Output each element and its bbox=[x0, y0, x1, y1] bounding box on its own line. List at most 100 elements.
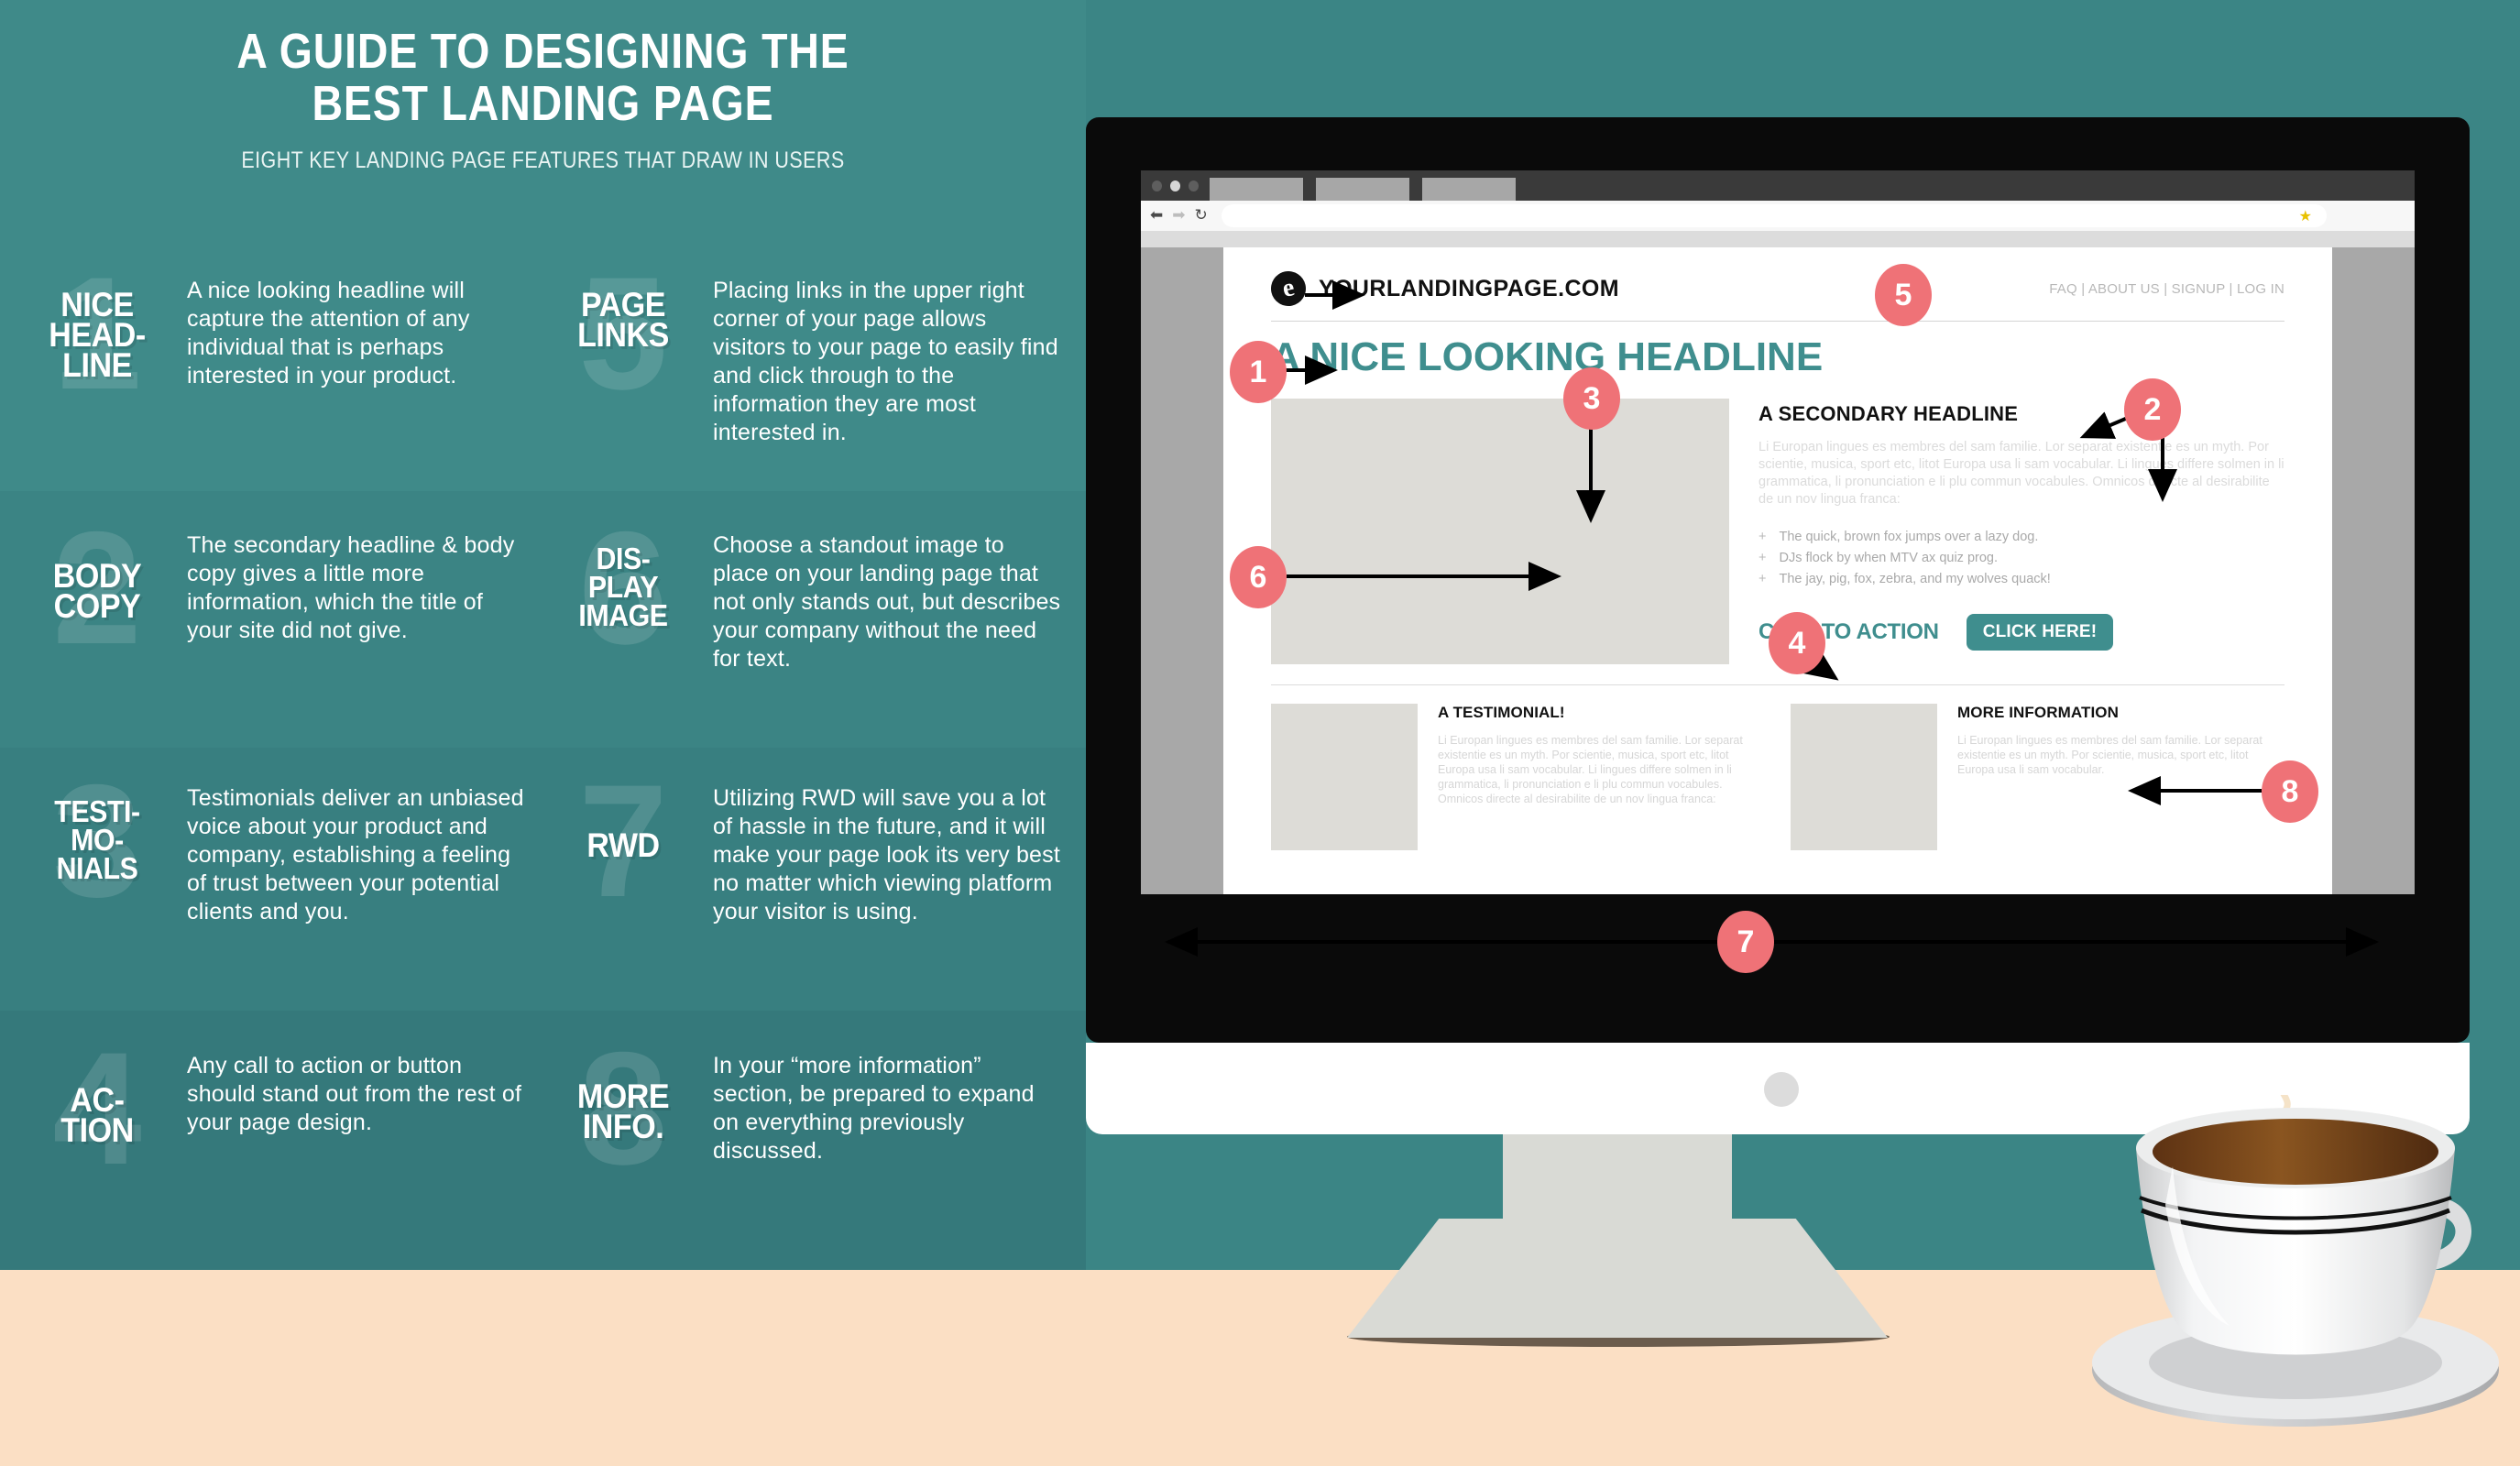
browser-titlebar bbox=[1141, 170, 2415, 201]
browser-toolbar: ⬅ ➡ ↻ ★ bbox=[1141, 201, 2415, 231]
feature-6-keyword: DIS- PLAY IMAGE bbox=[555, 524, 690, 632]
feature-8-description: In your “more information” section, be p… bbox=[713, 1053, 1035, 1164]
browser-tabs[interactable] bbox=[1210, 178, 1516, 201]
back-arrow-icon[interactable]: ⬅ bbox=[1150, 207, 1163, 224]
feature-6-keyword-line-2: IMAGE bbox=[578, 598, 668, 632]
header-divider bbox=[1271, 321, 2284, 322]
feature-8-keyword: MORE INFO. bbox=[555, 1045, 690, 1143]
feature-item-3: 3 TESTI- MO- NIALS Testimonials deliver … bbox=[24, 761, 533, 933]
callout-badge-7[interactable]: 7 bbox=[1717, 911, 1774, 973]
feature-item-2: 2 BODY COPY The secondary headline & bod… bbox=[24, 509, 533, 680]
monitor-bezel: ⬅ ➡ ↻ ★ e YOURLANDINGPAGE.COM FAQ | ABOU… bbox=[1086, 117, 2470, 1043]
testimonial-heading: A TESTIMONIAL! bbox=[1438, 704, 1565, 721]
more-info-heading: MORE INFORMATION bbox=[1957, 704, 2119, 721]
testimonial-body: Li Europan lingues es membres del sam fa… bbox=[1438, 734, 1743, 805]
callout-badge-8[interactable]: 8 bbox=[2262, 760, 2318, 823]
browser-window: ⬅ ➡ ↻ ★ e YOURLANDINGPAGE.COM FAQ | ABOU… bbox=[1141, 170, 2415, 894]
section-divider bbox=[1271, 684, 2284, 685]
lower-sections: A TESTIMONIAL! Li Europan lingues es mem… bbox=[1271, 704, 2284, 850]
close-icon[interactable] bbox=[1152, 181, 1162, 191]
feature-item-5: 5 PAGE LINKS Placing links in the upper … bbox=[550, 254, 1063, 447]
feature-3-key: 3 TESTI- MO- NIALS bbox=[24, 761, 170, 933]
browser-tab[interactable] bbox=[1422, 178, 1516, 201]
hero-title: A GUIDE TO DESIGNING THE BEST LANDING PA… bbox=[76, 0, 1010, 129]
forward-arrow-icon[interactable]: ➡ bbox=[1172, 207, 1185, 224]
feature-item-7: 7 RWD Utilizing RWD will save you a lot … bbox=[550, 761, 1063, 933]
feature-1-key: 1 NICE HEAD- LINE bbox=[24, 254, 170, 425]
display-image-placeholder bbox=[1271, 399, 1729, 664]
feature-8-key: 8 MORE INFO. bbox=[550, 1029, 696, 1200]
more-info-body: Li Europan lingues es membres del sam fa… bbox=[1957, 734, 2263, 776]
feature-1-description: A nice looking headline will capture the… bbox=[187, 278, 470, 388]
feature-6-description: Choose a standout image to place on your… bbox=[713, 532, 1061, 672]
address-bar[interactable]: ★ bbox=[1222, 204, 2327, 227]
main-headline: A NICE LOOKING HEADLINE bbox=[1271, 334, 1824, 379]
plus-icon: + bbox=[1759, 551, 1767, 565]
testimonial-image-placeholder bbox=[1271, 704, 1418, 850]
cta-row: CALL TO ACTION CLICK HERE! bbox=[1759, 614, 2284, 651]
page-nav-links[interactable]: FAQ | ABOUT US | SIGNUP | LOG IN bbox=[2049, 281, 2284, 297]
browser-tab[interactable] bbox=[1316, 178, 1409, 201]
list-item-label: The jay, pig, fox, zebra, and my wolves … bbox=[1779, 572, 2051, 586]
feature-3-keyword: TESTI- MO- NIALS bbox=[29, 777, 164, 885]
list-item-label: DJs flock by when MTV ax quiz prog. bbox=[1779, 551, 1999, 565]
feature-5-keyword: PAGE LINKS bbox=[555, 269, 690, 352]
nav-button-group: ⬅ ➡ ↻ bbox=[1150, 207, 1208, 224]
feature-3-keyword-line-2: NIALS bbox=[56, 851, 138, 885]
maximize-icon[interactable] bbox=[1189, 181, 1199, 191]
star-icon[interactable]: ★ bbox=[2299, 210, 2312, 224]
feature-2-key: 2 BODY COPY bbox=[24, 509, 170, 680]
feature-7-keyword: RWD bbox=[555, 777, 690, 862]
callout-badge-4[interactable]: 4 bbox=[1769, 612, 1825, 674]
coffee-liquid bbox=[2153, 1119, 2438, 1185]
list-item-label: The quick, brown fox jumps over a lazy d… bbox=[1779, 530, 2039, 544]
window-controls[interactable] bbox=[1152, 181, 1199, 191]
hero-subtitle: EIGHT KEY LANDING PAGE FEATURES THAT DRA… bbox=[241, 148, 845, 174]
hero-section: A GUIDE TO DESIGNING THE BEST LANDING PA… bbox=[0, 0, 1086, 231]
feature-7-description: Utilizing RWD will save you a lot of has… bbox=[713, 785, 1060, 924]
callout-badge-6[interactable]: 6 bbox=[1230, 546, 1287, 608]
callout-badge-5[interactable]: 5 bbox=[1875, 264, 1932, 326]
more-info-image-placeholder bbox=[1791, 704, 1937, 850]
browser-tab[interactable] bbox=[1210, 178, 1303, 201]
feature-item-6: 6 DIS- PLAY IMAGE Choose a standout imag… bbox=[550, 509, 1063, 680]
feature-1-keyword-line-2: LINE bbox=[62, 346, 132, 384]
bullet-list: + The quick, brown fox jumps over a lazy… bbox=[1759, 527, 2284, 590]
feature-4-keyword-line-1: TION bbox=[60, 1111, 134, 1149]
feature-item-4: 4 AC- TION Any call to action or button … bbox=[24, 1029, 533, 1200]
body-copy: Li Europan lingues es membres del sam fa… bbox=[1759, 440, 2284, 507]
feature-4-key: 4 AC- TION bbox=[24, 1029, 170, 1200]
infographic-canvas: A GUIDE TO DESIGNING THE BEST LANDING PA… bbox=[0, 0, 2520, 1466]
brand-block[interactable]: e YOURLANDINGPAGE.COM bbox=[1267, 268, 1619, 310]
testimonial-section: A TESTIMONIAL! Li Europan lingues es mem… bbox=[1271, 704, 1765, 850]
hero-title-line2: BEST LANDING PAGE bbox=[312, 75, 774, 131]
callout-badge-2[interactable]: 2 bbox=[2124, 378, 2181, 441]
page-header: e YOURLANDINGPAGE.COM FAQ | ABOUT US | S… bbox=[1267, 268, 2284, 310]
callout-badge-1[interactable]: 1 bbox=[1230, 341, 1287, 403]
testimonial-text: A TESTIMONIAL! Li Europan lingues es mem… bbox=[1438, 704, 1765, 850]
feature-item-8: 8 MORE INFO. In your “more information” … bbox=[550, 1029, 1063, 1200]
more-information-section: MORE INFORMATION Li Europan lingues es m… bbox=[1791, 704, 2284, 850]
plus-icon: + bbox=[1759, 572, 1767, 586]
callout-badge-3[interactable]: 3 bbox=[1563, 367, 1620, 430]
hero-title-line1: A GUIDE TO DESIGNING THE bbox=[236, 24, 849, 79]
list-item: + The quick, brown fox jumps over a lazy… bbox=[1759, 527, 2284, 548]
feature-6-key: 6 DIS- PLAY IMAGE bbox=[550, 509, 696, 680]
page-viewport: e YOURLANDINGPAGE.COM FAQ | ABOUT US | S… bbox=[1141, 247, 2415, 894]
minimize-icon[interactable] bbox=[1170, 181, 1180, 191]
feature-3-description: Testimonials deliver an unbiased voice a… bbox=[187, 785, 524, 924]
feature-2-keyword: BODY COPY bbox=[29, 524, 164, 623]
feature-1-keyword: NICE HEAD- LINE bbox=[29, 269, 164, 382]
feature-item-1: 1 NICE HEAD- LINE A nice looking headlin… bbox=[24, 254, 533, 425]
feature-5-key: 5 PAGE LINKS bbox=[550, 254, 696, 425]
feature-5-description: Placing links in the upper right corner … bbox=[713, 278, 1058, 445]
list-item: + DJs flock by when MTV ax quiz prog. bbox=[1759, 548, 2284, 569]
feature-4-keyword: AC- TION bbox=[29, 1045, 164, 1147]
landing-page: e YOURLANDINGPAGE.COM FAQ | ABOUT US | S… bbox=[1223, 247, 2332, 894]
monitor-neck bbox=[1503, 1134, 1732, 1281]
reload-icon[interactable]: ↻ bbox=[1195, 207, 1208, 224]
monitor-logo-dot bbox=[1764, 1072, 1799, 1107]
feature-7-keyword-line-0: RWD bbox=[586, 826, 660, 864]
click-here-button[interactable]: CLICK HERE! bbox=[1966, 614, 2114, 651]
feature-2-keyword-line-1: COPY bbox=[53, 587, 141, 625]
